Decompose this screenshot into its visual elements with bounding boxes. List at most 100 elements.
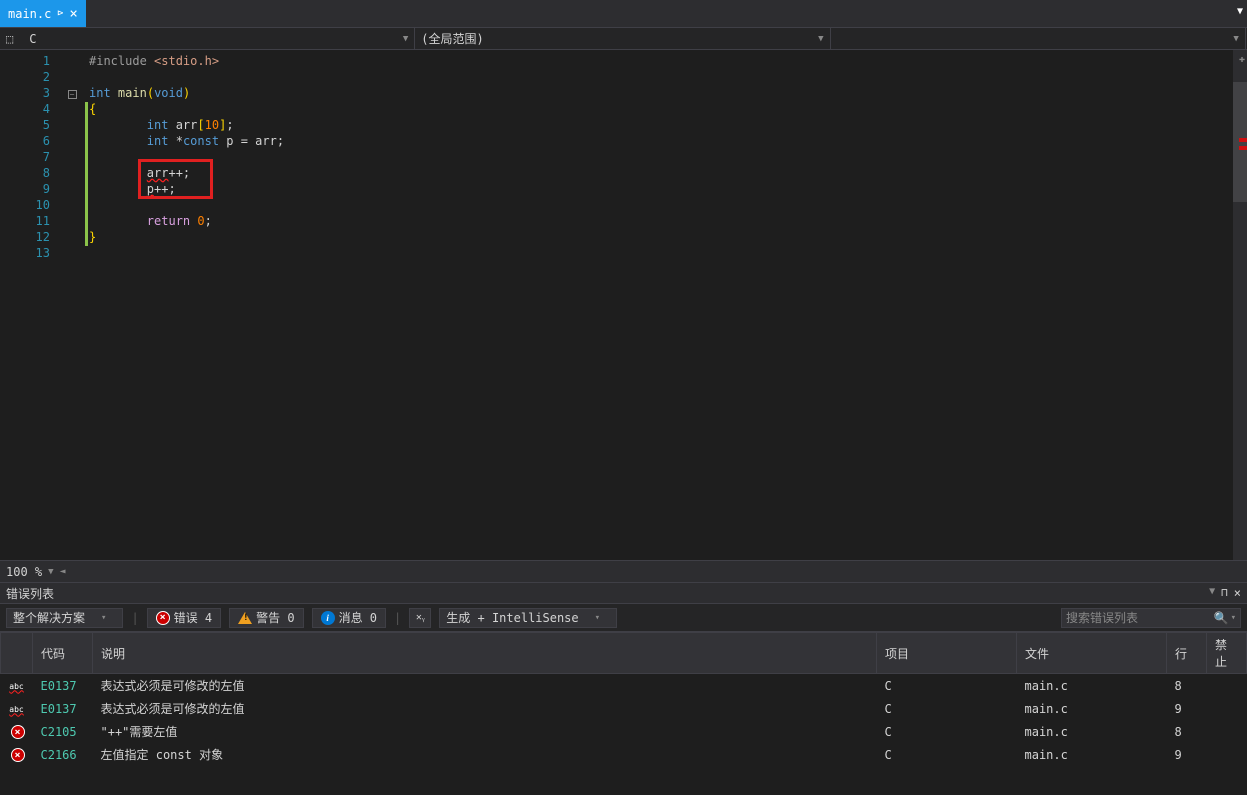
code-line: return 0;	[89, 214, 1233, 230]
line-number-gutter: 12345678910111213	[0, 50, 60, 560]
code-text-area[interactable]: #include <stdio.h> int main(void){ int ar…	[89, 50, 1233, 560]
scope-2-label: (全局范围)	[421, 30, 483, 47]
line-number: 8	[0, 166, 60, 182]
panel-title-label: 错误列表	[6, 585, 54, 602]
messages-count: 消息 0	[339, 609, 377, 626]
warnings-filter[interactable]: 警告 0	[229, 608, 303, 628]
project-icon: ⬚	[6, 32, 18, 44]
col-code[interactable]: 代码	[33, 633, 93, 674]
code-line: int arr[10];	[89, 118, 1233, 134]
col-suppress[interactable]: 禁止	[1207, 633, 1247, 674]
error-mark[interactable]	[1239, 146, 1247, 150]
chevron-down-icon: ▾	[1231, 613, 1236, 623]
nav-left-icon[interactable]: ◄	[60, 566, 66, 577]
code-line: int *const p = arr;	[89, 134, 1233, 150]
fold-minus-icon[interactable]: −	[68, 90, 77, 99]
error-icon: ×	[11, 748, 25, 762]
line-number: 3	[0, 86, 60, 102]
clear-filter-button[interactable]: ✕ᵧ	[409, 608, 431, 628]
code-editor[interactable]: 12345678910111213 − #include <stdio.h>in…	[0, 50, 1247, 560]
vertical-scrollbar[interactable]: ✚	[1233, 50, 1247, 560]
col-project[interactable]: 项目	[877, 633, 1017, 674]
cell-file: main.c	[1017, 674, 1167, 698]
chevron-down-icon: ▾	[101, 613, 106, 623]
messages-filter[interactable]: i 消息 0	[312, 608, 386, 628]
cell-desc: "++"需要左值	[93, 720, 877, 743]
cell-project: C	[877, 697, 1017, 720]
tab-label: main.c	[8, 7, 51, 21]
close-icon[interactable]: ×	[1234, 586, 1241, 600]
search-input[interactable]: 搜索错误列表 🔍 ▾	[1061, 608, 1241, 628]
build-mode-select[interactable]: 生成 + IntelliSense ▾	[439, 608, 617, 628]
table-row[interactable]: ×C2105"++"需要左值Cmain.c8	[1, 720, 1247, 743]
close-icon[interactable]: ×	[69, 6, 77, 22]
code-line	[89, 246, 1233, 262]
pin-icon[interactable]: ⊳	[57, 8, 63, 19]
col-line[interactable]: 行	[1167, 633, 1207, 674]
code-line	[89, 150, 1233, 166]
table-row[interactable]: abcE0137表达式必须是可修改的左值Cmain.c8	[1, 674, 1247, 698]
scope-dropdown-2[interactable]: (全局范围) ▼	[415, 28, 830, 49]
chevron-down-icon: ▼	[403, 34, 408, 44]
chevron-down-icon: ▼	[818, 34, 823, 44]
chevron-down-icon: ▼	[1233, 34, 1238, 44]
table-row[interactable]: ×C2166左值指定 const 对象Cmain.c9	[1, 743, 1247, 766]
tab-dropdown-icon[interactable]: ▼	[1237, 6, 1243, 17]
error-code[interactable]: C2105	[33, 720, 93, 743]
error-code[interactable]: E0137	[33, 674, 93, 698]
split-icon[interactable]: ✚	[1239, 54, 1245, 65]
dropdown-icon[interactable]: ▼	[1209, 586, 1215, 600]
cell-project: C	[877, 720, 1017, 743]
chevron-down-icon: ▾	[595, 613, 600, 623]
error-table: 代码 说明 项目 文件 行 禁止 abcE0137表达式必须是可修改的左值Cma…	[0, 632, 1247, 766]
scope-select-label: 整个解决方案	[13, 609, 85, 626]
warning-icon	[238, 612, 252, 624]
col-desc[interactable]: 说明	[93, 633, 877, 674]
tab-main[interactable]: main.c ⊳ ×	[0, 0, 86, 27]
code-line	[89, 70, 1233, 86]
error-mark[interactable]	[1239, 138, 1247, 142]
navigation-bar: ⬚ C ▼ (全局范围) ▼ ▼	[0, 28, 1247, 50]
error-list-title-bar: 错误列表 ▼ ⊓ ×	[0, 582, 1247, 604]
col-file[interactable]: 文件	[1017, 633, 1167, 674]
search-placeholder: 搜索错误列表	[1066, 609, 1214, 626]
scope-select[interactable]: 整个解决方案 ▾	[6, 608, 123, 628]
cell-line: 8	[1167, 720, 1207, 743]
line-number: 1	[0, 54, 60, 70]
cell-line: 9	[1167, 697, 1207, 720]
code-line: #include <stdio.h>	[89, 54, 1233, 70]
code-line: int main(void)	[89, 86, 1233, 102]
line-number: 7	[0, 150, 60, 166]
info-icon: i	[321, 611, 335, 625]
table-row[interactable]: abcE0137表达式必须是可修改的左值Cmain.c9	[1, 697, 1247, 720]
error-table-body: abcE0137表达式必须是可修改的左值Cmain.c8abcE0137表达式必…	[1, 674, 1247, 767]
intellisense-error-icon: abc	[9, 682, 25, 694]
code-line: {	[89, 102, 1233, 118]
cell-line: 9	[1167, 743, 1207, 766]
line-number: 11	[0, 214, 60, 230]
error-code[interactable]: C2166	[33, 743, 93, 766]
error-code[interactable]: E0137	[33, 697, 93, 720]
scope-dropdown-3[interactable]: ▼	[831, 28, 1246, 49]
cell-desc: 表达式必须是可修改的左值	[93, 674, 877, 698]
pin-icon[interactable]: ⊓	[1221, 586, 1228, 600]
error-list-toolbar: 整个解决方案 ▾ | × 错误 4 警告 0 i 消息 0 | ✕ᵧ 生成 + …	[0, 604, 1247, 632]
errors-filter[interactable]: × 错误 4	[147, 608, 221, 628]
line-number: 6	[0, 134, 60, 150]
scope-1-label: C	[29, 32, 36, 46]
table-header-row: 代码 说明 项目 文件 行 禁止	[1, 633, 1247, 674]
cell-desc: 表达式必须是可修改的左值	[93, 697, 877, 720]
cell-project: C	[877, 743, 1017, 766]
line-number: 13	[0, 246, 60, 262]
cell-desc: 左值指定 const 对象	[93, 743, 877, 766]
errors-count: 错误 4	[174, 609, 212, 626]
tab-bar: main.c ⊳ × ▼	[0, 0, 1247, 28]
error-icon: ×	[11, 725, 25, 739]
scrollbar-thumb[interactable]	[1233, 82, 1247, 202]
search-icon: 🔍	[1214, 611, 1229, 625]
chevron-down-icon[interactable]: ▼	[48, 567, 53, 577]
cell-line: 8	[1167, 674, 1207, 698]
code-line: p++;	[89, 182, 1233, 198]
warnings-count: 警告 0	[256, 609, 294, 626]
scope-dropdown-1[interactable]: ⬚ C ▼	[0, 28, 415, 49]
